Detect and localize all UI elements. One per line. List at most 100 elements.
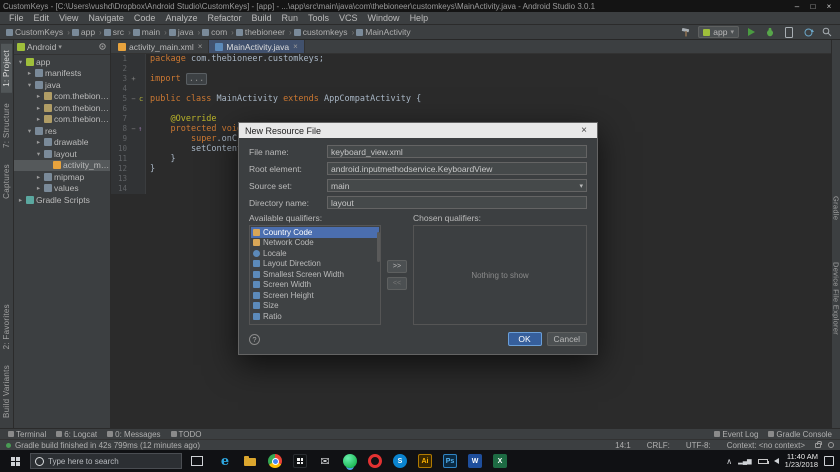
taskbar-clock[interactable]: 11:40 AM 1/23/2018: [785, 453, 818, 470]
menu-item[interactable]: Tools: [303, 13, 334, 23]
menu-item[interactable]: Analyze: [160, 13, 202, 23]
tray-expand-icon[interactable]: ∧: [726, 457, 732, 466]
expand-arrow-icon[interactable]: ▾: [26, 127, 33, 135]
tool-window-button[interactable]: Gradle: [831, 190, 840, 226]
tree-item[interactable]: ▸ com.thebioneer.customkeys: [14, 102, 110, 114]
tool-window-tab[interactable]: Event Log: [714, 430, 758, 439]
debug-icon[interactable]: [763, 26, 777, 39]
task-view-icon[interactable]: [191, 456, 203, 466]
editor-tab[interactable]: MainActivity.java ×: [209, 40, 304, 53]
opera-icon[interactable]: [368, 454, 382, 468]
expand-arrow-icon[interactable]: ▸: [35, 92, 42, 100]
status-segment[interactable]: 14:1: [612, 441, 634, 450]
expand-arrow-icon[interactable]: ▾: [17, 58, 24, 66]
expand-arrow-icon[interactable]: ▸: [17, 196, 24, 204]
gear-icon[interactable]: [98, 42, 107, 53]
maximize-button[interactable]: □: [805, 2, 821, 11]
expand-arrow-icon[interactable]: ▸: [35, 184, 42, 192]
expand-arrow-icon[interactable]: ▸: [35, 138, 42, 146]
gradle-sync-icon[interactable]: [801, 26, 815, 39]
action-center-icon[interactable]: [824, 456, 834, 466]
close-tab-icon[interactable]: ×: [293, 42, 298, 51]
expand-arrow-icon[interactable]: ▾: [35, 150, 42, 158]
ok-button[interactable]: OK: [508, 332, 542, 346]
tree-item[interactable]: ▾ layout: [14, 148, 110, 160]
menu-item[interactable]: Window: [363, 13, 405, 23]
qualifier-item[interactable]: Locale: [251, 248, 379, 259]
menu-item[interactable]: Help: [405, 13, 434, 23]
qualifier-item[interactable]: Size: [251, 301, 379, 312]
qualifier-item[interactable]: Screen Height: [251, 290, 379, 301]
menu-item[interactable]: Navigate: [83, 13, 129, 23]
avd-manager-icon[interactable]: [782, 26, 796, 39]
project-view-selector[interactable]: Android ▾: [27, 42, 62, 52]
chevron-down-icon[interactable]: ▾: [579, 182, 583, 190]
breadcrumb-item[interactable]: com: [202, 27, 234, 37]
volume-icon[interactable]: [774, 458, 779, 464]
tool-window-tab[interactable]: Terminal: [8, 430, 46, 439]
status-segment[interactable]: CRLF:: [644, 441, 673, 450]
editor-tab[interactable]: activity_main.xml ×: [112, 40, 209, 53]
expand-arrow-icon[interactable]: ▸: [26, 69, 33, 77]
highlighting-level-icon[interactable]: [828, 442, 834, 448]
help-icon[interactable]: ?: [249, 334, 260, 345]
qualifier-item[interactable]: Country Code: [251, 227, 379, 238]
tree-item[interactable]: ▾ app: [14, 56, 110, 68]
network-icon[interactable]: ▂▄▆: [738, 458, 751, 465]
move-right-button[interactable]: >>: [387, 260, 407, 273]
breadcrumb-item[interactable]: java: [169, 27, 200, 37]
tool-window-tab[interactable]: 0: Messages: [107, 430, 160, 439]
menu-item[interactable]: File: [4, 13, 29, 23]
edge-icon[interactable]: [218, 454, 232, 468]
tree-item[interactable]: ▸ mipmap: [14, 171, 110, 183]
breadcrumb-item[interactable]: customkeys: [294, 27, 355, 37]
breadcrumb-item[interactable]: MainActivity: [356, 27, 410, 37]
tool-window-tab[interactable]: Gradle Console: [768, 430, 832, 439]
qualifier-item[interactable]: Network Code: [251, 238, 379, 249]
qualifier-item[interactable]: Ratio: [251, 311, 379, 322]
menu-item[interactable]: Code: [129, 13, 161, 23]
search-icon[interactable]: [820, 26, 834, 39]
tool-window-button[interactable]: 7: Structure: [1, 97, 12, 154]
tree-item[interactable]: ▸ drawable: [14, 137, 110, 149]
status-segment[interactable]: Context: <no context>: [724, 441, 808, 450]
lock-icon[interactable]: [815, 443, 821, 448]
illustrator-icon[interactable]: [418, 454, 432, 468]
skype-icon[interactable]: [393, 454, 407, 468]
text-input[interactable]: keyboard_view.xml ▾: [327, 145, 587, 158]
menu-item[interactable]: VCS: [334, 13, 363, 23]
cancel-button[interactable]: Cancel: [547, 332, 587, 346]
tool-window-button[interactable]: Device File Explorer: [831, 256, 840, 341]
word-icon[interactable]: [468, 454, 482, 468]
run-configuration-select[interactable]: app ▾: [698, 26, 739, 38]
store-icon[interactable]: [293, 454, 307, 468]
text-input[interactable]: android.inputmethodservice.KeyboardView …: [327, 162, 587, 175]
close-button[interactable]: ×: [821, 2, 837, 11]
tool-window-button[interactable]: 2: Favorites: [1, 298, 12, 355]
expand-arrow-icon[interactable]: ▸: [35, 115, 42, 123]
run-icon[interactable]: [744, 26, 758, 39]
battery-icon[interactable]: [758, 459, 768, 464]
breadcrumb-item[interactable]: src: [104, 27, 131, 37]
tool-window-button[interactable]: Build Variants: [1, 359, 12, 424]
cortana-icon[interactable]: [35, 457, 44, 466]
qualifier-item[interactable]: Screen Width: [251, 280, 379, 291]
menu-item[interactable]: View: [54, 13, 83, 23]
photoshop-icon[interactable]: [443, 454, 457, 468]
chrome-icon[interactable]: [268, 454, 282, 468]
text-input[interactable]: main ▾: [327, 179, 587, 192]
close-tab-icon[interactable]: ×: [198, 42, 203, 51]
tree-item[interactable]: ▸ values: [14, 183, 110, 195]
mail-icon[interactable]: [318, 454, 332, 468]
menu-item[interactable]: Refactor: [202, 13, 246, 23]
text-input[interactable]: layout ▾: [327, 196, 587, 209]
menu-item[interactable]: Edit: [29, 13, 55, 23]
tree-item[interactable]: ▾ res: [14, 125, 110, 137]
dialog-close-button[interactable]: ×: [577, 125, 591, 136]
expand-arrow-icon[interactable]: ▸: [35, 104, 42, 112]
file-explorer-icon[interactable]: [243, 454, 257, 468]
tree-item[interactable]: ▸ Gradle Scripts: [14, 194, 110, 206]
breadcrumb-item[interactable]: CustomKeys: [6, 27, 70, 37]
breadcrumb-item[interactable]: app: [72, 27, 102, 37]
excel-icon[interactable]: [493, 454, 507, 468]
